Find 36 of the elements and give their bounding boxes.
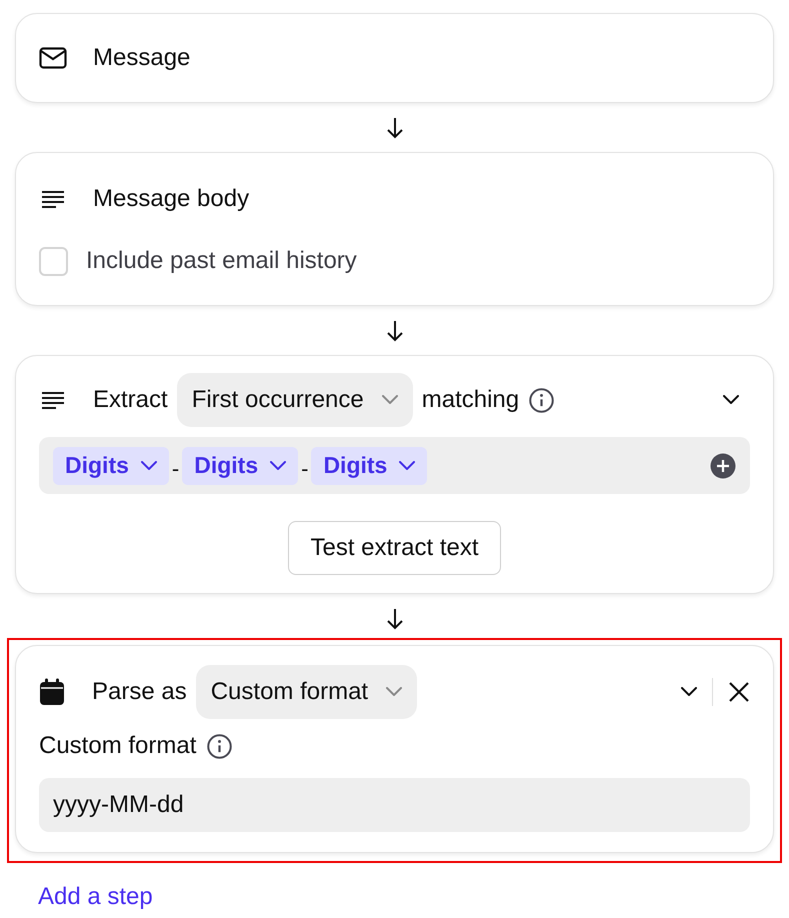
info-icon[interactable]: [206, 732, 234, 760]
checkbox[interactable]: [39, 246, 68, 276]
separator: -: [170, 455, 180, 483]
chevron-down-icon: [270, 460, 286, 470]
down-arrow-icon: [386, 320, 404, 342]
chevron-down-icon: [140, 460, 157, 470]
chevron-down-icon: [382, 395, 398, 405]
token-dropdown[interactable]: Digits: [53, 446, 169, 484]
format-dropdown[interactable]: Custom format: [196, 665, 418, 719]
close-icon[interactable]: [728, 681, 750, 703]
token-dropdown[interactable]: Digits: [311, 446, 428, 484]
chevron-down-icon: [723, 395, 739, 405]
calendar-icon: [39, 678, 65, 706]
add-icon[interactable]: [710, 452, 736, 478]
separator: -: [300, 455, 310, 483]
test-extract-button[interactable]: Test extract text: [288, 521, 501, 575]
text-lines-icon: [41, 190, 65, 208]
step-title: Message body: [93, 184, 250, 214]
chevron-down-icon: [681, 687, 697, 697]
chevron-down-icon: [399, 460, 416, 470]
text-lines-icon: [41, 391, 65, 409]
step-title: Message: [93, 43, 190, 73]
checkbox-label: Include past email history: [86, 246, 357, 276]
token-dropdown[interactable]: Digits: [182, 446, 298, 484]
info-icon[interactable]: [528, 386, 556, 414]
occurrence-dropdown[interactable]: First occurrence: [176, 373, 413, 427]
format-input[interactable]: yyyy-MM-dd: [39, 778, 750, 832]
step-label: matching: [422, 385, 520, 415]
field-label: Custom format: [39, 731, 196, 761]
down-arrow-icon: [386, 608, 404, 630]
chevron-down-icon: [386, 687, 402, 697]
envelope-icon: [39, 47, 67, 69]
add-step-link[interactable]: Add a step: [38, 879, 153, 915]
step-label: Extract: [93, 385, 168, 415]
down-arrow-icon: [386, 116, 404, 138]
step-label: Parse as: [92, 677, 187, 707]
